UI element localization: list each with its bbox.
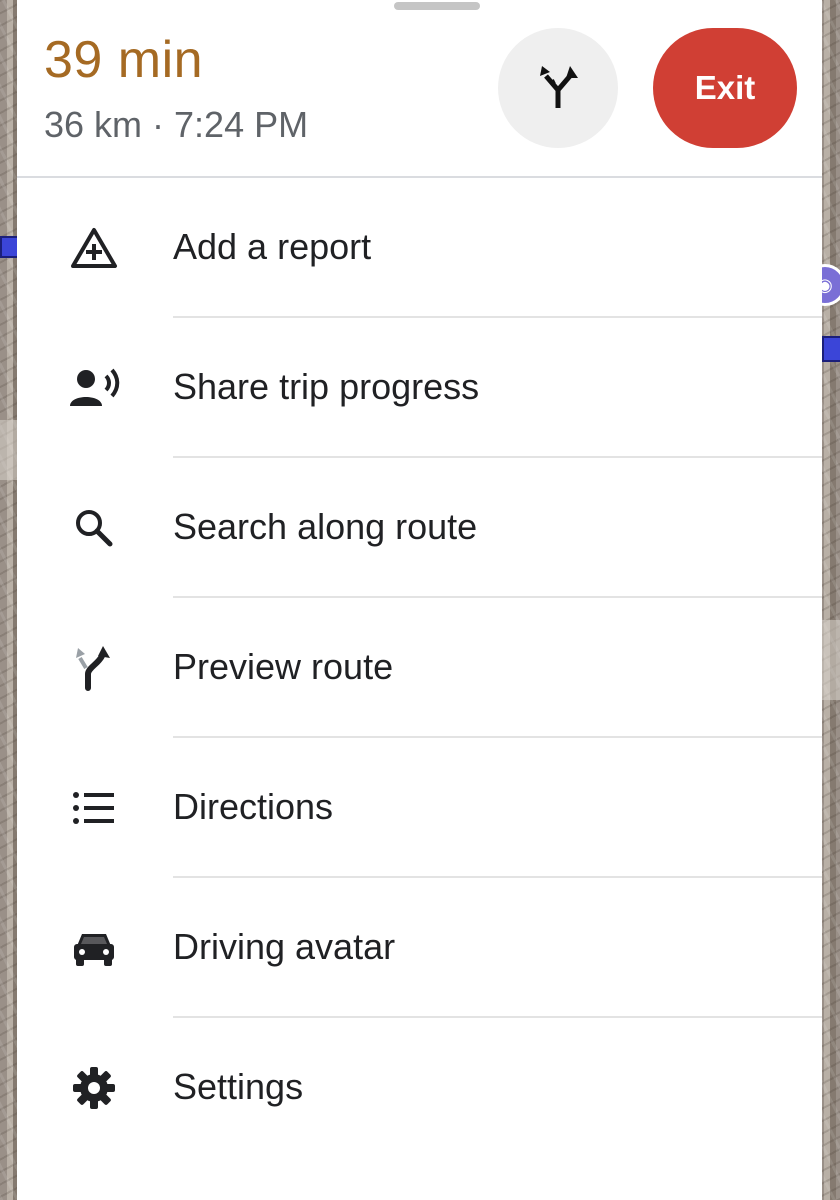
alternate-routes-button[interactable] xyxy=(498,28,618,148)
add-report-icon xyxy=(67,224,121,272)
menu-item-settings[interactable]: Settings xyxy=(17,1018,822,1158)
map-view[interactable]: ◉ 39 min 36 km · 7:24 PM Exit Add a repo… xyxy=(0,0,840,1200)
navigation-menu: Add a report Share trip progress Search … xyxy=(17,178,822,1158)
menu-item-directions[interactable]: Directions xyxy=(17,738,822,878)
share-trip-icon xyxy=(67,364,121,412)
menu-item-share-trip[interactable]: Share trip progress xyxy=(17,318,822,458)
car-icon xyxy=(67,924,121,972)
menu-item-add-report[interactable]: Add a report xyxy=(17,178,822,318)
drag-handle[interactable] xyxy=(394,2,480,10)
menu-item-label: Directions xyxy=(173,786,334,827)
menu-item-label: Add a report xyxy=(173,226,372,267)
menu-item-label: Search along route xyxy=(173,506,478,547)
preview-route-icon xyxy=(67,644,121,692)
navigation-bottom-sheet: 39 min 36 km · 7:24 PM Exit Add a report… xyxy=(17,0,822,1200)
eta-duration: 39 min xyxy=(44,31,204,89)
route-line xyxy=(822,336,840,362)
menu-item-label: Settings xyxy=(173,1066,304,1107)
list-icon xyxy=(67,784,121,832)
menu-item-label: Preview route xyxy=(173,646,394,687)
map-road xyxy=(820,620,840,700)
gear-icon xyxy=(67,1064,121,1112)
menu-item-driving-avatar[interactable]: Driving avatar xyxy=(17,878,822,1018)
menu-item-preview-route[interactable]: Preview route xyxy=(17,598,822,738)
search-icon xyxy=(67,504,121,552)
eta-distance-arrival: 36 km · 7:24 PM xyxy=(44,104,309,145)
alternate-routes-icon xyxy=(530,58,586,119)
exit-navigation-button[interactable]: Exit xyxy=(653,28,797,148)
menu-item-label: Driving avatar xyxy=(173,926,396,967)
menu-item-label: Share trip progress xyxy=(173,366,480,407)
menu-item-search-along-route[interactable]: Search along route xyxy=(17,458,822,598)
